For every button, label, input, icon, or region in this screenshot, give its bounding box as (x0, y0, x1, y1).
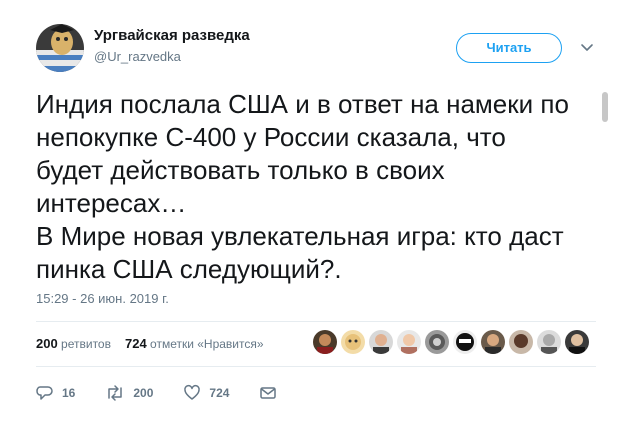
liker-avatar[interactable] (397, 330, 421, 354)
direct-message-button[interactable] (259, 384, 277, 402)
scrollbar[interactable] (602, 92, 608, 122)
envelope-icon (260, 387, 277, 399)
liker-avatar[interactable] (341, 330, 365, 354)
retweet-icon (108, 385, 123, 401)
reply-button[interactable]: 16 (36, 384, 75, 402)
liker-avatar[interactable] (453, 330, 477, 354)
reply-icon (36, 386, 53, 400)
retweets-label: ретвитов (61, 337, 111, 351)
tweet-text: Индия послала США и в ответ на намеки по… (36, 89, 569, 284)
liker-avatar[interactable] (313, 330, 337, 354)
divider (36, 321, 596, 322)
liker-avatar[interactable] (369, 330, 393, 354)
liker-avatar[interactable] (425, 330, 449, 354)
retweet-count: 200 (133, 386, 154, 400)
likes-label: отметки «Нравится» (150, 337, 264, 351)
avatar[interactable] (36, 24, 84, 72)
chevron-down-icon[interactable] (580, 41, 594, 55)
like-button[interactable]: 724 (183, 384, 229, 402)
liker-avatar[interactable] (509, 330, 533, 354)
follow-button[interactable]: Читать (456, 33, 562, 63)
liker-avatars (313, 330, 589, 358)
retweets-stat[interactable]: 200 ретвитов (36, 336, 111, 351)
tweet-stats: 200 ретвитов 724 отметки «Нравится» (36, 336, 264, 351)
tweet-actions: 16 200 724 (36, 384, 307, 402)
tweet-timestamp[interactable]: 15:29 - 26 июн. 2019 г. (36, 291, 169, 306)
like-count: 724 (209, 386, 230, 400)
liker-avatar[interactable] (481, 330, 505, 354)
divider (36, 366, 596, 367)
retweets-count: 200 (36, 336, 58, 351)
liker-avatar[interactable] (565, 330, 589, 354)
author-handle[interactable]: @Ur_razvedka (94, 49, 181, 64)
avatar-image (36, 24, 84, 72)
likes-stat[interactable]: 724 отметки «Нравится» (124, 336, 264, 351)
liker-avatar[interactable] (537, 330, 561, 354)
author-display-name[interactable]: Ургвайская разведка (94, 27, 250, 44)
reply-count: 16 (62, 386, 76, 400)
likes-count: 724 (124, 336, 147, 351)
retweet-button[interactable]: 200 (105, 384, 153, 402)
heart-icon (184, 384, 201, 400)
